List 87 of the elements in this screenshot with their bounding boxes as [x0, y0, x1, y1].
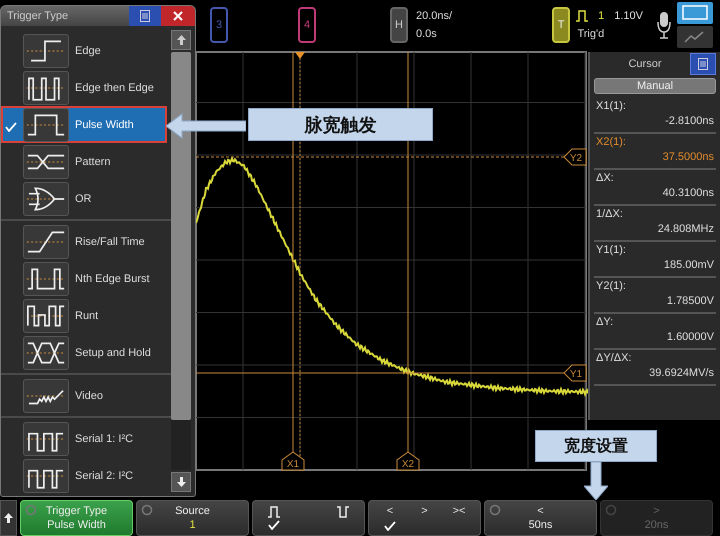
trigger-type-item[interactable]: OR [1, 180, 167, 217]
down-arrow-icon [176, 477, 186, 487]
close-button[interactable] [161, 6, 195, 26]
pulse-icon [576, 10, 588, 22]
pulse-train-icon [23, 70, 69, 104]
reading-value: 1.78500V [666, 295, 714, 307]
microphone-icon[interactable] [656, 11, 671, 39]
horizontal-badge[interactable]: H [390, 7, 408, 43]
reading-label: X2(1): [596, 136, 627, 148]
serial-bus-icon [23, 422, 69, 456]
trigger-level: 1.10V [614, 10, 643, 22]
reading-label: ΔY/ΔX: [596, 352, 632, 364]
reading-value: 37.5000ns [662, 151, 714, 163]
or-gate-icon [23, 182, 69, 216]
menu-button[interactable] [129, 6, 161, 26]
channel-badge[interactable]: 4 [298, 7, 316, 43]
negative-pulse-icon [337, 506, 349, 518]
softkey[interactable]: Trigger Type Pulse Width [20, 500, 133, 536]
runt-pulse-icon [23, 298, 69, 332]
trigger-type-item[interactable]: Edge [1, 32, 167, 69]
reading-value: 40.3100ns [662, 187, 714, 199]
close-icon [173, 11, 183, 21]
menu-button[interactable] [690, 53, 716, 75]
scrollbar-thumb[interactable] [171, 52, 191, 420]
reading-label: ΔY: [596, 316, 614, 328]
softkey[interactable]: < > >< [368, 500, 481, 536]
reading-label: X1(1): [596, 100, 627, 112]
mode-button[interactable]: Manual [594, 78, 716, 94]
knob-icon [141, 504, 153, 516]
up-arrow-button[interactable] [0, 500, 17, 536]
step-edge-icon [23, 34, 69, 68]
trigger-marker-icon [295, 52, 305, 59]
menu-icon [140, 10, 150, 22]
slope-icon [23, 224, 69, 258]
panel-title: Cursor [627, 58, 662, 70]
cursor-tag[interactable]: X1 [282, 451, 304, 470]
reading-label: Y1(1): [596, 244, 627, 256]
trigger-type-item[interactable]: Video [1, 377, 167, 414]
reading-value: 1.60000V [666, 331, 714, 343]
check-icon [268, 520, 280, 530]
pulse-width-icon [23, 108, 69, 142]
serial-bus-icon [23, 458, 69, 492]
reading-value: 185.00mV [662, 259, 714, 271]
menu-icon [698, 58, 708, 70]
setup-hold-icon [23, 336, 69, 370]
pulse-burst-icon [23, 262, 69, 296]
reading-label: ΔX: [596, 172, 615, 184]
trigger-type-item[interactable]: Edge then Edge [1, 69, 167, 106]
up-arrow-icon [4, 513, 13, 523]
callout-arrow [584, 462, 608, 500]
time-scale: 20.0ns/ [416, 10, 452, 22]
time-delay: 0.0s [416, 28, 438, 40]
trigger-type-item[interactable]: Serial 1: I²C [1, 420, 167, 457]
video-signal-icon [23, 378, 69, 412]
trigger-type-item[interactable]: Runt [1, 297, 167, 334]
reading-value: 24.808MHz [656, 223, 714, 235]
positive-pulse-icon [268, 506, 280, 518]
trigger-type-item[interactable]: Pattern [1, 143, 167, 180]
check-icon [5, 122, 17, 132]
cursor-tag[interactable]: X2 [396, 451, 420, 470]
trigger-type-item[interactable]: Nth Edge Burst [1, 260, 167, 297]
reading-value: -2.8100ns [664, 115, 714, 127]
up-arrow-icon [176, 35, 186, 45]
trigger-status: Trig'd [577, 28, 604, 40]
trigger-type-item[interactable]: Rise/Fall Time [1, 223, 167, 260]
dialog-title: Trigger Type [6, 9, 70, 24]
callout-label: 脉宽触发 [248, 108, 433, 141]
scroll-down-button[interactable] [171, 472, 191, 492]
scroll-up-button[interactable] [171, 30, 191, 50]
reading-label: 1/ΔX: [596, 208, 624, 220]
trigger-type-item[interactable]: Setup and Hold [1, 334, 167, 371]
knob-icon [605, 504, 617, 516]
trigger-type-item[interactable]: Serial 2: I²C [1, 457, 167, 494]
reading-value: 39.6924MV/s [648, 367, 714, 379]
pattern-icon [23, 144, 69, 178]
check-icon [384, 521, 396, 531]
knob-icon [489, 504, 501, 516]
trigger-source: 1 [598, 10, 604, 22]
softkey[interactable] [252, 500, 365, 536]
display-icon[interactable] [676, 2, 713, 24]
trigger-type-item[interactable]: Pulse Width [1, 106, 167, 143]
reading-label: Y2(1): [596, 280, 627, 292]
softkey[interactable]: Source 1 [136, 500, 249, 536]
waveform-icon[interactable] [676, 26, 713, 48]
knob-icon [25, 504, 37, 516]
softkey[interactable]: < 50ns [484, 500, 597, 536]
callout-label: 宽度设置 [535, 430, 657, 462]
